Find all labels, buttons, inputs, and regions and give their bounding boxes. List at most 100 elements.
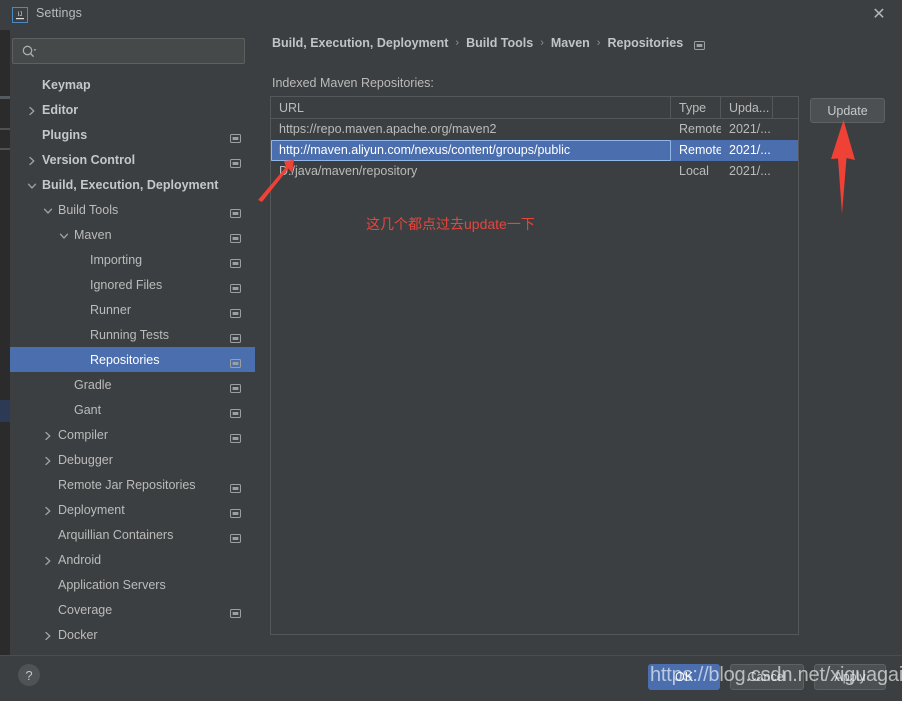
sidebar-item-remote-jar-repositories[interactable]: Remote Jar Repositories [10, 472, 255, 497]
sidebar-item-label: Application Servers [58, 577, 166, 592]
column-header-updated[interactable]: Upda... [721, 97, 773, 119]
sidebar-item-gant[interactable]: Gant [10, 397, 255, 422]
cell-updated: 2021/... [729, 164, 771, 178]
sidebar-item-application-servers[interactable]: Application Servers [10, 572, 255, 597]
settings-sidebar: Keymap Editor Plugins Version Control Build,… [10, 30, 255, 655]
apply-button[interactable]: Apply [814, 664, 886, 690]
table-row[interactable]: D:/java/maven/repository Local 2021/... [271, 161, 798, 182]
project-settings-icon [230, 430, 241, 443]
update-button[interactable]: Update [810, 98, 885, 123]
sidebar-item-ignored-files[interactable]: Ignored Files [10, 272, 255, 297]
cell-updated: 2021/... [729, 143, 771, 157]
project-settings-icon [230, 155, 241, 168]
cell-updated: 2021/... [729, 122, 771, 136]
sidebar-item-label: Compiler [58, 427, 109, 442]
sidebar-item-build-tools[interactable]: Build Tools [10, 197, 255, 222]
sidebar-item-label: Remote Jar Repositories [58, 477, 196, 492]
sidebar-item-editor[interactable]: Editor [10, 97, 255, 122]
sidebar-item-label: Runner [90, 302, 131, 317]
search-container [10, 38, 245, 64]
chevron-right-icon[interactable] [42, 429, 54, 441]
sidebar-item-runner[interactable]: Runner [10, 297, 255, 322]
settings-tree: Keymap Editor Plugins Version Control Build,… [10, 72, 255, 655]
table-row[interactable]: https://repo.maven.apache.org/maven2 Remo… [271, 119, 798, 140]
dialog-footer: ? OK Cancel Apply [0, 655, 902, 701]
breadcrumb-item-repositories[interactable]: Repositories [607, 36, 683, 50]
sidebar-item-gradle[interactable]: Gradle [10, 372, 255, 397]
project-settings-icon [694, 39, 706, 50]
indexed-repositories-label: Indexed Maven Repositories: [272, 76, 434, 90]
sidebar-item-label: Ignored Files [90, 277, 163, 292]
title-bar: IJ Settings ✕ [0, 0, 902, 30]
sidebar-item-coverage[interactable]: Coverage [10, 597, 255, 622]
search-input[interactable] [41, 42, 239, 60]
sidebar-item-maven[interactable]: Maven [10, 222, 255, 247]
breadcrumb-separator: › [540, 37, 544, 49]
project-settings-icon [230, 405, 241, 418]
table-body: https://repo.maven.apache.org/maven2 Remo… [271, 119, 798, 182]
column-header-type[interactable]: Type [671, 97, 721, 119]
search-icon [21, 44, 37, 60]
project-settings-icon [230, 255, 241, 268]
chevron-down-icon[interactable] [26, 179, 38, 191]
breadcrumb-separator: › [455, 37, 460, 49]
help-button[interactable]: ? [18, 664, 40, 686]
cell-type: Local [679, 164, 709, 178]
project-settings-icon [230, 505, 241, 518]
chevron-right-icon[interactable] [42, 629, 54, 641]
sidebar-item-label: Build Tools [58, 202, 119, 217]
chevron-right-icon[interactable] [42, 504, 54, 516]
project-settings-icon [230, 205, 241, 218]
sidebar-item-importing[interactable]: Importing [10, 247, 255, 272]
cell-url: http://maven.aliyun.com/nexus/content/gr… [271, 140, 671, 161]
sidebar-item-label: Android [58, 552, 102, 567]
project-settings-icon [230, 130, 241, 143]
breadcrumb: Build, Execution, Deployment › Build Tools… [272, 36, 706, 50]
sidebar-item-docker[interactable]: Docker [10, 622, 255, 647]
sidebar-item-android[interactable]: Android [10, 547, 255, 572]
breadcrumb-item-build-execution-deployment[interactable]: Build, Execution, Deployment [272, 36, 448, 50]
sidebar-item-repositories[interactable]: Repositories [10, 347, 255, 372]
sidebar-item-arquillian-containers[interactable]: Arquillian Containers [10, 522, 255, 547]
sidebar-item-label: Docker [58, 627, 98, 642]
sidebar-item-deployment[interactable]: Deployment [10, 497, 255, 522]
cell-type: Remote [679, 122, 721, 136]
sidebar-item-label: Arquillian Containers [58, 527, 174, 542]
chevron-right-icon[interactable] [26, 104, 38, 116]
project-settings-icon [230, 330, 241, 343]
sidebar-item-label: Repositories [90, 352, 160, 367]
sidebar-item-debugger[interactable]: Debugger [10, 447, 255, 472]
breadcrumb-separator: › [596, 37, 601, 49]
close-icon[interactable]: ✕ [868, 4, 890, 26]
project-settings-icon [230, 230, 241, 243]
table-row[interactable]: http://maven.aliyun.com/nexus/content/gr… [271, 140, 798, 161]
sidebar-item-version-control[interactable]: Version Control [10, 147, 255, 172]
chevron-down-icon[interactable] [42, 204, 54, 216]
chevron-right-icon[interactable] [42, 454, 54, 466]
project-settings-icon [230, 480, 241, 493]
breadcrumb-item-maven[interactable]: Maven [551, 36, 590, 50]
sidebar-item-build-execution-deployment[interactable]: Build, Execution, Deployment [10, 172, 255, 197]
chevron-right-icon[interactable] [26, 154, 38, 166]
project-settings-icon [230, 305, 241, 318]
column-header-url[interactable]: URL [271, 97, 671, 119]
cancel-button[interactable]: Cancel [730, 664, 804, 690]
breadcrumb-item-build-tools[interactable]: Build Tools [466, 36, 533, 50]
sidebar-item-plugins[interactable]: Plugins [10, 122, 255, 147]
sidebar-item-label: Deployment [58, 502, 125, 517]
chevron-down-icon[interactable] [58, 229, 70, 241]
sidebar-item-keymap[interactable]: Keymap [10, 72, 255, 97]
chevron-right-icon[interactable] [42, 554, 54, 566]
repositories-table: URL Type Upda... https://repo.maven.apac… [270, 96, 799, 635]
search-box[interactable] [12, 38, 245, 64]
panel-divider[interactable] [255, 30, 265, 655]
red-arrow-up-to-update [831, 120, 855, 214]
sidebar-item-compiler[interactable]: Compiler [10, 422, 255, 447]
project-settings-icon [230, 280, 241, 293]
cell-url: D:/java/maven/repository [279, 164, 418, 178]
ok-button[interactable]: OK [648, 664, 720, 690]
project-settings-icon [230, 380, 241, 393]
sidebar-item-label: Gant [74, 402, 102, 417]
cell-url: https://repo.maven.apache.org/maven2 [279, 122, 497, 136]
sidebar-item-running-tests[interactable]: Running Tests [10, 322, 255, 347]
